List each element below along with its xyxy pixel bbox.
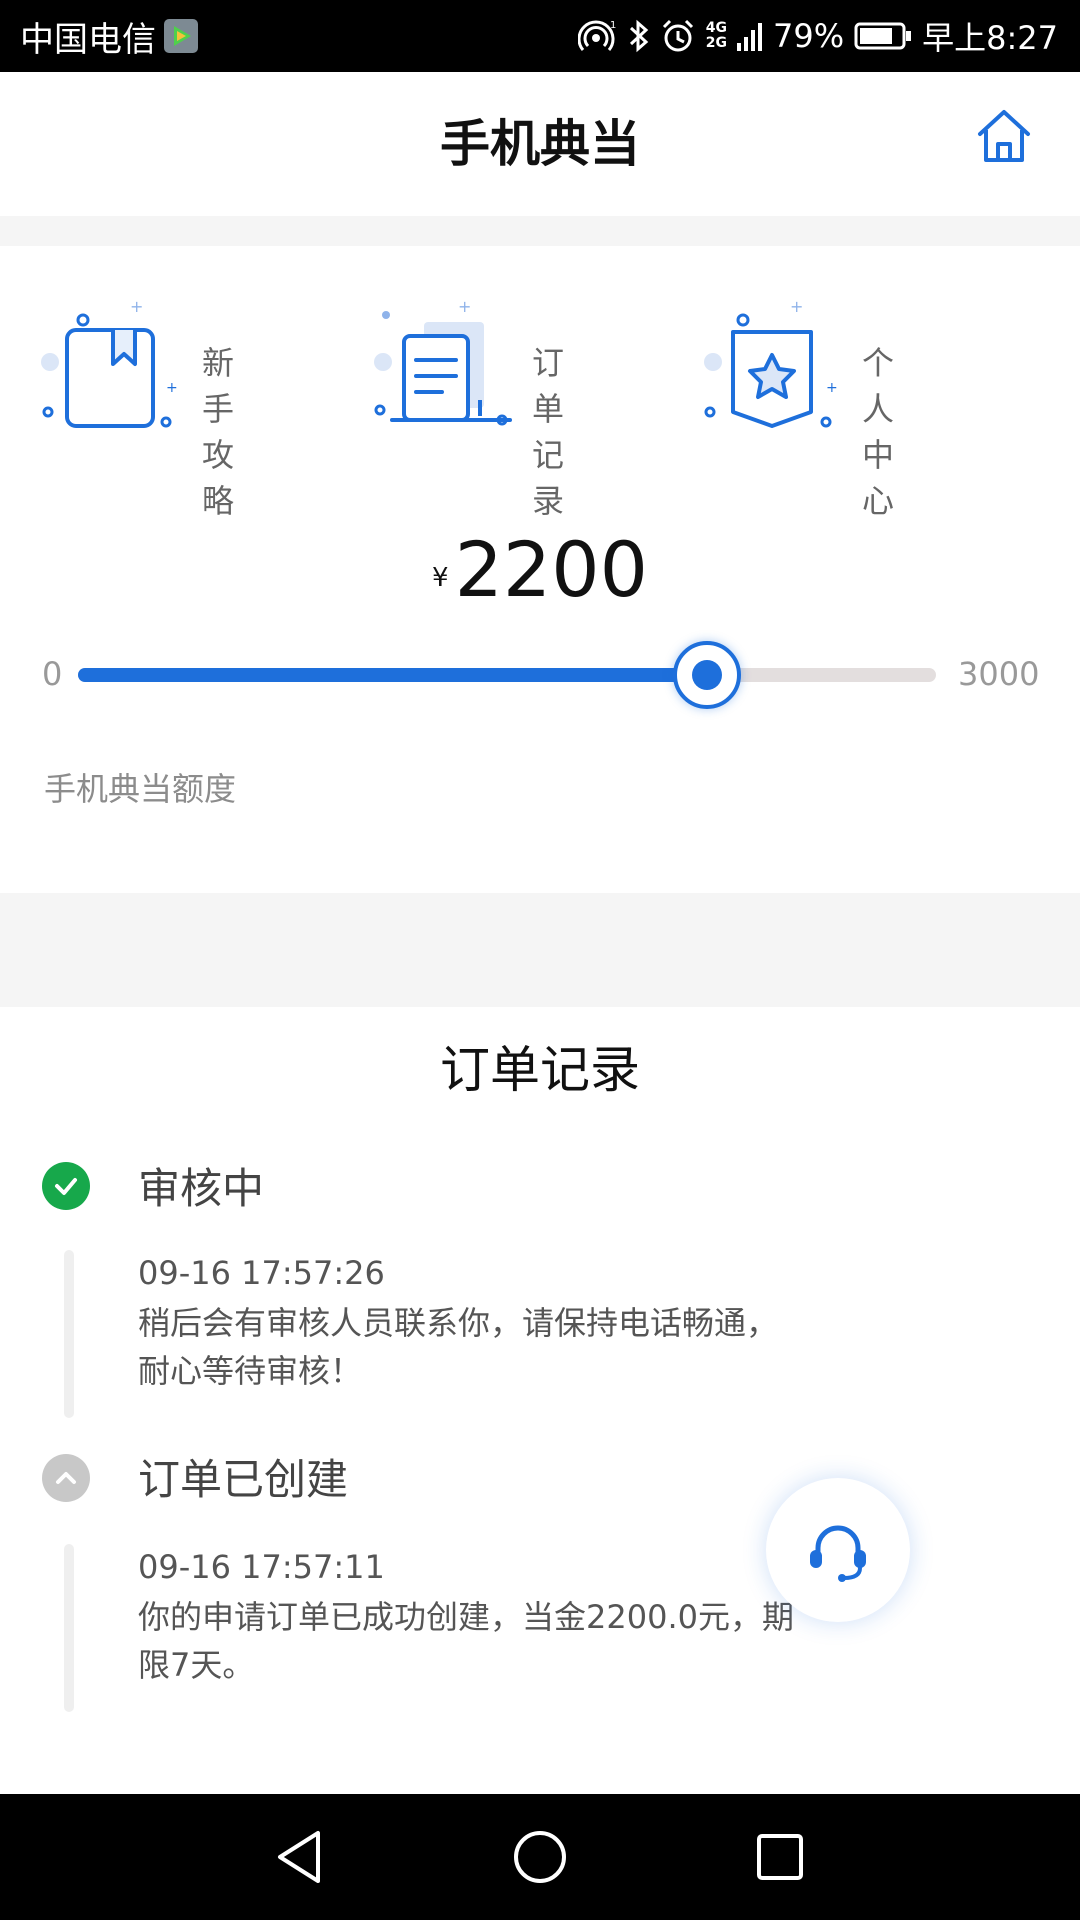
documents-icon: +: [374, 300, 512, 426]
clock: 早上8:27: [922, 19, 1058, 57]
bluetooth-icon: [628, 18, 650, 54]
quota-label: 手机典当额度: [44, 770, 237, 808]
nav-label-profile: 个人中心: [862, 344, 919, 520]
battery-percent: 79%: [773, 17, 845, 55]
amount-slider[interactable]: [78, 641, 936, 709]
signal-icon: [737, 19, 763, 53]
step-description: 稍后会有审核人员联系你，请保持电话畅通， 耐心等待审核！: [138, 1304, 779, 1390]
svg-text:+: +: [826, 380, 838, 396]
alarm-icon: [660, 18, 696, 54]
page-title: 手机典当: [440, 115, 640, 173]
book-icon: + +: [41, 300, 178, 428]
step-description: 你的申请订单已成功创建，当金2200.0元，期 限7天。: [138, 1598, 794, 1684]
amount-display: ¥2200: [0, 525, 1080, 614]
svg-text:+: +: [166, 380, 178, 396]
orders-title: 订单记录: [440, 1041, 640, 1099]
step-done-indicator: [42, 1162, 90, 1210]
step-expand-toggle[interactable]: [42, 1454, 90, 1502]
header-divider: [0, 216, 1080, 246]
currency-symbol: ¥: [432, 563, 449, 593]
svg-text:+: +: [458, 300, 471, 316]
svg-text:+: +: [790, 300, 803, 316]
home-button[interactable]: [974, 106, 1034, 166]
home-circle-icon[interactable]: [510, 1827, 570, 1887]
step-time: 09-16 17:57:26: [138, 1254, 385, 1292]
home-icon: [978, 110, 1030, 162]
nav-item-orders[interactable]: + 订单记录: [370, 300, 640, 520]
network-type: 4G 2G: [705, 20, 727, 51]
section-divider: [0, 893, 1080, 1007]
amount-value: 2200: [454, 525, 648, 614]
video-app-icon: [164, 19, 198, 53]
timeline-line: [64, 1250, 74, 1418]
svg-text:+: +: [130, 300, 143, 316]
step-time: 09-16 17:57:11: [138, 1548, 385, 1586]
svg-text:1: 1: [610, 20, 616, 31]
hotspot-icon: 1: [577, 18, 618, 54]
chevron-up-icon: [56, 1472, 76, 1484]
carrier-label: 中国电信: [20, 19, 156, 60]
recents-icon[interactable]: [750, 1827, 810, 1887]
status-bar: 中国电信 1 4G 2G 79% 早上8:27: [0, 0, 1080, 72]
status-left: 中国电信: [20, 0, 198, 72]
slider-thumb[interactable]: [673, 641, 742, 709]
slider-max-label: 3000: [958, 655, 1040, 693]
nav-item-profile[interactable]: + + 个人中心: [700, 300, 970, 520]
star-badge-icon: + +: [704, 300, 838, 428]
back-icon[interactable]: [270, 1827, 330, 1887]
nav-label-orders: 订单记录: [532, 344, 589, 520]
timeline-line: [64, 1544, 74, 1712]
slider-fill: [78, 668, 708, 682]
system-nav-bar: [0, 1794, 1080, 1920]
step-title-created: 订单已创建: [138, 1455, 349, 1504]
nav-label-guide: 新手攻略: [202, 344, 259, 520]
nav-item-guide[interactable]: + + 新手攻略: [40, 300, 310, 520]
battery-icon: [854, 21, 912, 51]
status-right: 1 4G 2G 79% 早上8:27: [577, 0, 1058, 72]
customer-service-button[interactable]: [766, 1478, 910, 1622]
check-icon: [55, 1178, 77, 1195]
headset-icon: [810, 1525, 866, 1582]
app-header: 手机典当: [0, 72, 1080, 216]
slider-min-label: 0: [42, 655, 63, 693]
step-title-reviewing: 审核中: [138, 1164, 265, 1213]
